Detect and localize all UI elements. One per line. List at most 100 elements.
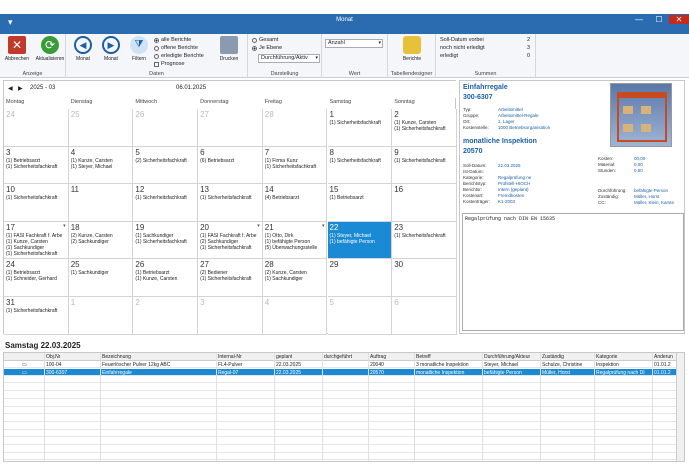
column-header[interactable]: geplant <box>276 354 292 360</box>
vertical-scrollbar[interactable] <box>676 353 684 461</box>
table-row[interactable] <box>4 415 684 422</box>
column-header[interactable]: Auftrag <box>370 354 386 360</box>
column-header[interactable]: Internal-Nr <box>218 354 242 360</box>
calendar-event[interactable]: (1) Sicherheitsfachkraft <box>135 195 186 201</box>
calendar-day-cell[interactable]: 2 <box>133 297 199 335</box>
calendar-day-cell[interactable]: 24 (1) Betriebsarzt (1) Schneider, Gerhard <box>4 259 69 297</box>
expand-arrow-icon[interactable]: ▾ <box>322 223 325 229</box>
calendar-day-cell[interactable]: 3 (1) Betriebsarzt (1) Sicherheitsfachkraf… <box>4 146 69 185</box>
radio-gesamt[interactable]: Gesamt <box>252 37 278 43</box>
calendar-day-cell[interactable]: 27 (2) Bediener (1) Sicherheitsfachkraft <box>198 259 263 297</box>
radio-alle[interactable]: alle Berichte <box>154 37 191 43</box>
calendar-event[interactable]: (1) Sicherheitsfachkraft <box>394 233 445 239</box>
filter-button[interactable]: ⧩ Filtern <box>126 36 152 62</box>
calendar-day-cell[interactable]: 18 (2) Kunze, Carsten (2) Sachkundiger <box>68 221 134 260</box>
calendar-event[interactable]: (5) Überwachungsstelle <box>265 245 318 251</box>
calendar-day-cell[interactable]: 15 (1) Betriebsarzt <box>327 184 393 222</box>
calendar-event[interactable]: (1) Sicherheitsfachkraft <box>394 126 445 132</box>
calendar-event[interactable]: (1) Schneider, Gerhard <box>6 276 57 282</box>
calendar-day-cell[interactable]: 6 <box>392 297 457 335</box>
nav-prev-button[interactable]: ◀ <box>8 85 13 92</box>
radio-offene[interactable]: offene Berichte <box>154 45 198 51</box>
radio-je-ebene[interactable]: Je Ebene <box>252 45 282 51</box>
table-row[interactable] <box>4 400 684 407</box>
calendar-day-cell[interactable]: 9 (1) Sicherheitsfachkraft <box>392 146 457 185</box>
table-row[interactable] <box>4 392 684 399</box>
calendar-event[interactable]: (1) Sicherheitsfachkraft <box>135 239 186 245</box>
calendar-day-cell[interactable]: 20 ▾ (1) FASI Fachkraft f. Arbe (2) Sachkun… <box>198 221 263 260</box>
table-row[interactable]: ▭ 300-6307 Einfahrregale Regal-07 22.03.2025… <box>4 368 684 376</box>
column-header[interactable]: Zuständig <box>542 354 564 360</box>
column-header[interactable]: Anderun <box>654 354 673 360</box>
expand-arrow-icon[interactable]: ▾ <box>257 223 260 229</box>
calendar-event[interactable]: (1) Sicherheitsfachkraft <box>265 164 316 170</box>
calendar-day-cell[interactable]: 23 (1) Sicherheitsfachkraft <box>392 221 457 260</box>
calendar-day-cell[interactable]: 2 (1) Kunze, Carsten (1) Sicherheitsfachkr… <box>392 109 457 147</box>
calendar-event[interactable]: (1) Sachkundiger <box>71 270 109 276</box>
calendar-day-cell[interactable]: 6 (6) Betriebsarzt <box>198 146 263 185</box>
calendar-day-cell[interactable]: 7 (1) Firma Kunz (1) Sicherheitsfachkraft <box>262 146 328 185</box>
calendar-day-cell[interactable]: 30 <box>392 259 457 297</box>
table-row[interactable]: ▭ 100-04 Feuerlöscher Pulver 12kg ABC FL4-P… <box>4 361 684 368</box>
calendar-event[interactable]: (1) Sicherheitsfachkraft <box>394 158 445 164</box>
calendar-day-cell[interactable]: 13 (1) Sicherheitsfachkraft <box>198 184 263 222</box>
calendar-day-cell[interactable]: 25 <box>68 109 134 147</box>
table-row[interactable] <box>4 438 684 445</box>
minimize-button[interactable]: — <box>629 15 649 24</box>
calendar-event[interactable]: (1) Sicherheitsfachkraft <box>200 195 251 201</box>
calendar-event[interactable]: (4) Betriebsarzt <box>265 195 299 201</box>
calendar-event[interactable]: (1) Sicherheitsfachkraft <box>200 245 251 251</box>
calendar-day-cell[interactable]: 8 (1) Sicherheitsfachkraft <box>327 146 393 185</box>
calendar-day-cell[interactable]: 24 <box>4 109 69 147</box>
calendar-day-cell[interactable]: 5 (2) Sicherheitsfachkraft <box>133 146 199 185</box>
print-button[interactable]: Drucken <box>216 36 242 62</box>
calendar-day-cell[interactable]: 26 (1) Betriebsarzt (1) Kunze, Carsten <box>133 259 199 297</box>
abbrechen-button[interactable]: ✕ Abbrechen <box>4 36 30 62</box>
column-header[interactable]: Durchführung/Akteur <box>484 354 530 360</box>
calendar-day-cell[interactable]: 1 (1) Sicherheitsfachkraft <box>327 109 393 147</box>
calendar-day-cell[interactable]: 4 (1) Kunze, Carsten (1) Steyer, Michael <box>68 146 134 185</box>
calendar-event[interactable]: (1) Sicherheitsfachkraft <box>6 164 57 170</box>
calendar-day-cell[interactable]: 22 (1) Steyer, Michael (1) befähigte Perso… <box>327 221 393 260</box>
darstellung-combo[interactable]: Durchführung/Aktiv <box>258 54 320 63</box>
calendar-event[interactable]: (1) Sicherheitsfachkraft <box>6 308 57 314</box>
detail-memo[interactable]: Regalprüfung nach DIN EN 15635 <box>462 213 684 331</box>
calendar-day-cell[interactable]: 17 ▾ (1) FASI Fachkraft f. Arbe (1) Kunze, … <box>4 221 69 260</box>
calendar-day-cell[interactable]: 29 <box>327 259 393 297</box>
wert-combo[interactable]: Anzahl <box>325 39 383 48</box>
calendar-event[interactable]: (1) Steyer, Michael <box>71 164 113 170</box>
aktualisieren-button[interactable]: ⟳ Aktualisieren <box>34 36 66 62</box>
calendar-day-cell[interactable]: 10 (1) Sicherheitsfachkraft <box>4 184 69 222</box>
close-button[interactable]: ✕ <box>669 15 689 24</box>
calendar-event[interactable]: (2) Sicherheitsfachkraft <box>135 158 186 164</box>
calendar-day-cell[interactable]: 31 (1) Sicherheitsfachkraft <box>4 297 69 335</box>
table-row[interactable] <box>4 446 684 453</box>
calendar-day-cell[interactable]: 19 (1) Sachkundiger (1) Sicherheitsfachkra… <box>133 221 199 260</box>
calendar-event[interactable]: (1) Sicherheitsfachkraft <box>330 120 381 126</box>
prev-month-button[interactable]: ◀ Monat <box>70 36 96 62</box>
calendar-day-cell[interactable]: 1 <box>68 297 134 335</box>
calendar-event[interactable]: (1) Sicherheitsfachkraft <box>200 276 251 282</box>
calendar-day-cell[interactable]: 12 (1) Sicherheitsfachkraft <box>133 184 199 222</box>
calendar-day-cell[interactable]: 5 <box>327 297 393 335</box>
checkbox-prognose[interactable]: Prognose <box>154 61 185 67</box>
calendar-day-cell[interactable]: 28 <box>262 109 328 147</box>
column-header[interactable]: Betreff <box>416 354 431 360</box>
calendar-day-cell[interactable]: 28 (2) Kunze, Carsten (1) Sachkundiger <box>262 259 328 297</box>
calendar-day-cell[interactable]: 16 <box>392 184 457 222</box>
nav-next-button[interactable]: ▶ <box>18 85 23 92</box>
calendar-event[interactable]: (1) befähigte Person <box>330 239 375 245</box>
radio-erledigt[interactable]: erledigte Berichte <box>154 53 204 59</box>
calendar-event[interactable]: (1) Sicherheitsfachkraft <box>330 158 381 164</box>
calendar-day-cell[interactable]: 3 <box>198 297 263 335</box>
calendar-event[interactable]: (6) Betriebsarzt <box>200 158 234 164</box>
column-header[interactable]: Kategorie <box>596 354 617 360</box>
calendar-event[interactable]: (1) Sicherheitsfachkraft <box>6 195 57 201</box>
calendar-event[interactable]: (1) Sachkundiger <box>265 276 303 282</box>
column-header[interactable]: Obj.Nr <box>46 354 60 360</box>
next-month-button[interactable]: ▶ Monat <box>98 36 124 62</box>
calendar-day-cell[interactable]: 11 <box>68 184 134 222</box>
column-header[interactable]: durchgeführt <box>324 354 352 360</box>
calendar-event[interactable]: (1) Sicherheitsfachkraft <box>6 251 57 257</box>
table-row[interactable] <box>4 430 684 438</box>
